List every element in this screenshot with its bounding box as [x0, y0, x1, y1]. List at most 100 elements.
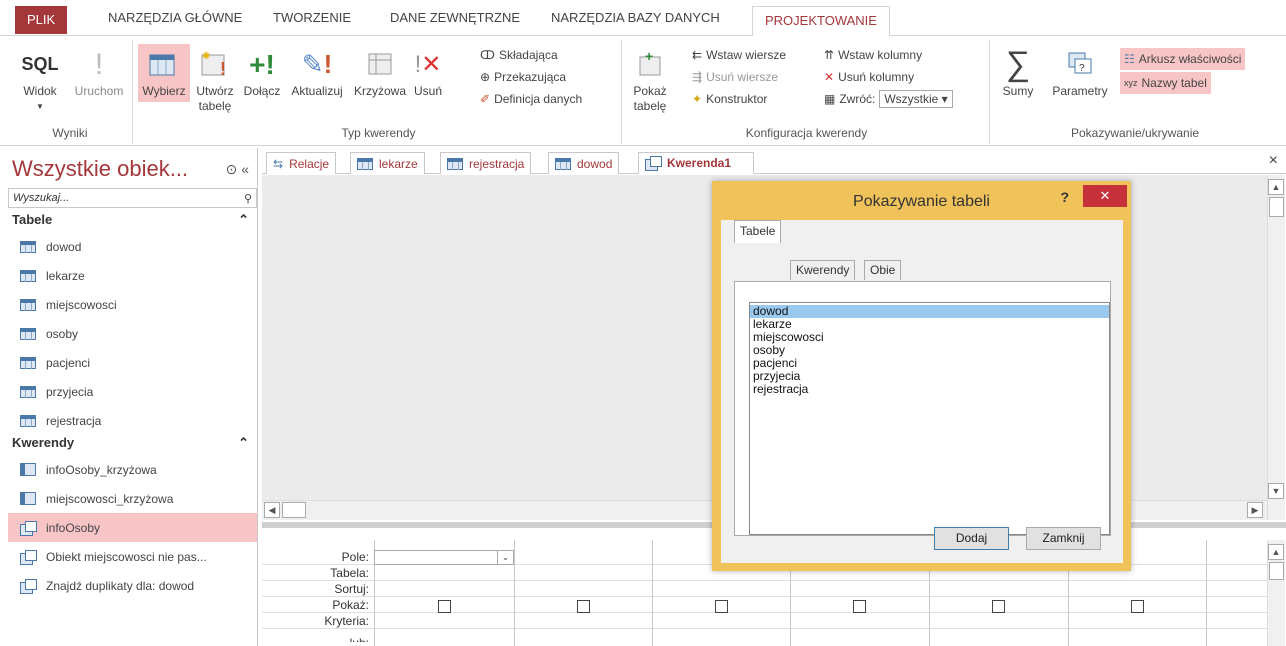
dialog-tab-label: Obie: [870, 263, 896, 277]
konstruktor-button[interactable]: ✦ Konstruktor: [692, 88, 767, 110]
dialog-tab-tabele[interactable]: Tabele: [734, 220, 782, 243]
dodaj-button[interactable]: Dodaj: [934, 527, 1009, 550]
nav-item-label: miejscowosci_krzyżowa: [46, 491, 174, 506]
dialog-tab-panel: dowod lekarze miejscowosci osoby pacjenc…: [734, 281, 1111, 536]
nav-collapse-icon[interactable]: «: [241, 161, 249, 177]
wybierz-button[interactable]: Wybierz: [138, 44, 190, 102]
vertical-scrollbar[interactable]: ▲ ▼: [1267, 175, 1285, 520]
grid-divider: [514, 540, 515, 646]
nav-table-miejscowosci[interactable]: miejscowosci: [8, 290, 257, 319]
nav-table-przyjecia[interactable]: przyjecia: [8, 377, 257, 406]
tabele-header: Tabele: [12, 212, 53, 227]
definicja-danych-button[interactable]: ✐ Definicja danych: [480, 88, 582, 110]
dialog-titlebar[interactable]: Pokazywanie tabeli ? ✕: [716, 185, 1127, 219]
show-table-dialog: Pokazywanie tabeli ? ✕ Tabele Kwerendy O…: [712, 181, 1131, 571]
krzyzowa-button[interactable]: Krzyżowa: [352, 44, 408, 99]
list-item[interactable]: osoby: [750, 344, 1109, 357]
scroll-up-icon[interactable]: ▲: [1268, 179, 1284, 195]
close-icon[interactable]: ✕: [1083, 185, 1127, 207]
grid-vertical-scrollbar[interactable]: ▲: [1267, 540, 1285, 646]
show-checkbox-3[interactable]: [715, 600, 728, 613]
wstaw-kolumny-button[interactable]: ⇈ Wstaw kolumny: [824, 44, 922, 66]
field-input-1[interactable]: ⌄: [374, 550, 514, 565]
close-document-icon[interactable]: ×: [1269, 152, 1278, 170]
dialog-tab-kwerendy[interactable]: Kwerendy: [790, 260, 856, 280]
table-list[interactable]: dowod lekarze miejscowosci osoby pacjenc…: [749, 302, 1110, 535]
parametry-button[interactable]: ? Parametry: [1044, 44, 1116, 99]
dolacz-button[interactable]: +! Dołącz: [240, 44, 284, 99]
usun-kolumny-button[interactable]: ✕ Usuń kolumny: [824, 66, 914, 88]
list-item[interactable]: dowod: [750, 305, 1109, 318]
hscroll-thumb[interactable]: [282, 502, 306, 518]
utworz-label2: tabelę: [198, 99, 232, 113]
przekazujaca-button[interactable]: ⊕ Przekazująca: [480, 66, 566, 88]
wstaw-wiersze-label: Wstaw wiersze: [706, 48, 787, 62]
nazwy-tabel-button[interactable]: xyz Nazwy tabel: [1120, 72, 1211, 94]
nav-table-osoby[interactable]: osoby: [8, 319, 257, 348]
scroll-down-icon[interactable]: ▼: [1268, 483, 1284, 499]
scroll-left-icon[interactable]: ◀: [264, 502, 280, 518]
nav-query-infoosoby-krzyzowa[interactable]: infoOsoby_krzyżowa: [8, 455, 257, 484]
usun-wiersze-button[interactable]: ⇶ Usuń wiersze: [692, 66, 778, 88]
nav-table-dowod[interactable]: dowod: [8, 232, 257, 261]
delete-query-icon: ! ✕: [414, 50, 442, 78]
arkusz-wlasciwosci-button[interactable]: ☷ Arkusz właściwości: [1120, 48, 1246, 70]
pokaz-tabele-button[interactable]: + Pokaż tabelę: [628, 44, 672, 114]
tab-projektowanie[interactable]: PROJEKTOWANIE: [752, 6, 890, 37]
nav-search-input[interactable]: Wyszukaj... ⚲: [8, 188, 257, 208]
scroll-up-icon[interactable]: ▲: [1268, 544, 1284, 560]
show-checkbox-5[interactable]: [992, 600, 1005, 613]
list-item[interactable]: pacjenci: [750, 357, 1109, 370]
tab-dane-zewnetrzne[interactable]: DANE ZEWNĘTRZNE: [378, 8, 532, 36]
widok-button[interactable]: SQL Widok ▼: [12, 44, 68, 114]
doc-tab-rejestracja[interactable]: rejestracja: [440, 152, 532, 174]
nav-table-rejestracja[interactable]: rejestracja: [8, 406, 257, 435]
show-checkbox-4[interactable]: [853, 600, 866, 613]
nav-section-kwerendy[interactable]: Kwerendy ⌃: [8, 435, 257, 455]
union-icon: ↀ: [480, 48, 495, 62]
doc-tab-relacje[interactable]: ⇆ Relacje: [266, 152, 337, 174]
show-checkbox-6[interactable]: [1131, 600, 1144, 613]
sumy-button[interactable]: ∑ Sumy: [996, 44, 1040, 99]
tab-plik[interactable]: PLIK: [15, 6, 68, 34]
doc-tab-lekarze[interactable]: lekarze: [350, 152, 425, 174]
skladajaca-button[interactable]: ↀ Składająca: [480, 44, 558, 66]
doc-tab-kwerenda1[interactable]: Kwerenda1: [638, 152, 754, 174]
show-checkbox-2[interactable]: [577, 600, 590, 613]
arkusz-label: Arkusz właściwości: [1138, 52, 1242, 66]
nav-section-tabele[interactable]: Tabele ⌃: [8, 212, 257, 232]
nav-query-obiekt-miejscowosci[interactable]: Obiekt miejscowosci nie pas...: [8, 542, 257, 571]
scroll-thumb[interactable]: [1269, 197, 1284, 217]
scroll-thumb[interactable]: [1269, 562, 1284, 580]
wstaw-wiersze-button[interactable]: ⇇ Wstaw wiersze: [692, 44, 786, 66]
zamknij-button[interactable]: Zamknij: [1026, 527, 1101, 550]
chevron-down-icon[interactable]: ⌄: [497, 551, 513, 564]
tab-narzedzia-glowne[interactable]: NARZĘDZIA GŁÓWNE: [96, 8, 254, 36]
help-icon[interactable]: ?: [1060, 189, 1069, 205]
nav-table-pacjenci[interactable]: pacjenci: [8, 348, 257, 377]
nav-menu-icon[interactable]: ⊙: [226, 161, 238, 177]
list-item[interactable]: rejestracja: [750, 383, 1109, 396]
nav-title: Wszystkie obiek...: [12, 156, 189, 181]
nav-query-infoosoby[interactable]: infoOsoby: [8, 513, 257, 542]
doc-tab-label: Relacje: [289, 156, 330, 171]
show-table-icon: +: [628, 44, 672, 84]
nav-table-lekarze[interactable]: lekarze: [8, 261, 257, 290]
nav-header[interactable]: Wszystkie obiek... ⊙ «: [8, 148, 257, 184]
usun-button[interactable]: ! ✕ Usuń: [410, 44, 446, 99]
doc-tab-dowod[interactable]: dowod: [548, 152, 620, 174]
show-checkbox-1[interactable]: [438, 600, 451, 613]
dialog-tab-obie[interactable]: Obie: [864, 260, 902, 280]
scroll-right-icon[interactable]: ▶: [1247, 502, 1263, 518]
grid-divider: [1206, 540, 1207, 646]
tab-tworzenie[interactable]: TWORZENIE: [261, 8, 363, 36]
nav-item-label: Obiekt miejscowosci nie pas...: [46, 549, 207, 564]
utworz-tabele-button[interactable]: ! ✺ Utwórz tabelę: [192, 44, 238, 114]
nav-query-miejscowosci-krzyzowa[interactable]: miejscowosci_krzyżowa: [8, 484, 257, 513]
zwroc-dropdown[interactable]: Wszystkie ▾: [879, 90, 953, 108]
uruchom-button[interactable]: ! Uruchom: [70, 44, 128, 99]
list-item[interactable]: miejscowosci: [750, 331, 1109, 344]
aktualizuj-button[interactable]: ✎! Aktualizuj: [284, 44, 350, 99]
nav-query-znajdz-duplikaty[interactable]: Znajdź duplikaty dla: dowod: [8, 571, 257, 600]
tab-narzedzia-bazy-danych[interactable]: NARZĘDZIA BAZY DANYCH: [539, 8, 732, 36]
